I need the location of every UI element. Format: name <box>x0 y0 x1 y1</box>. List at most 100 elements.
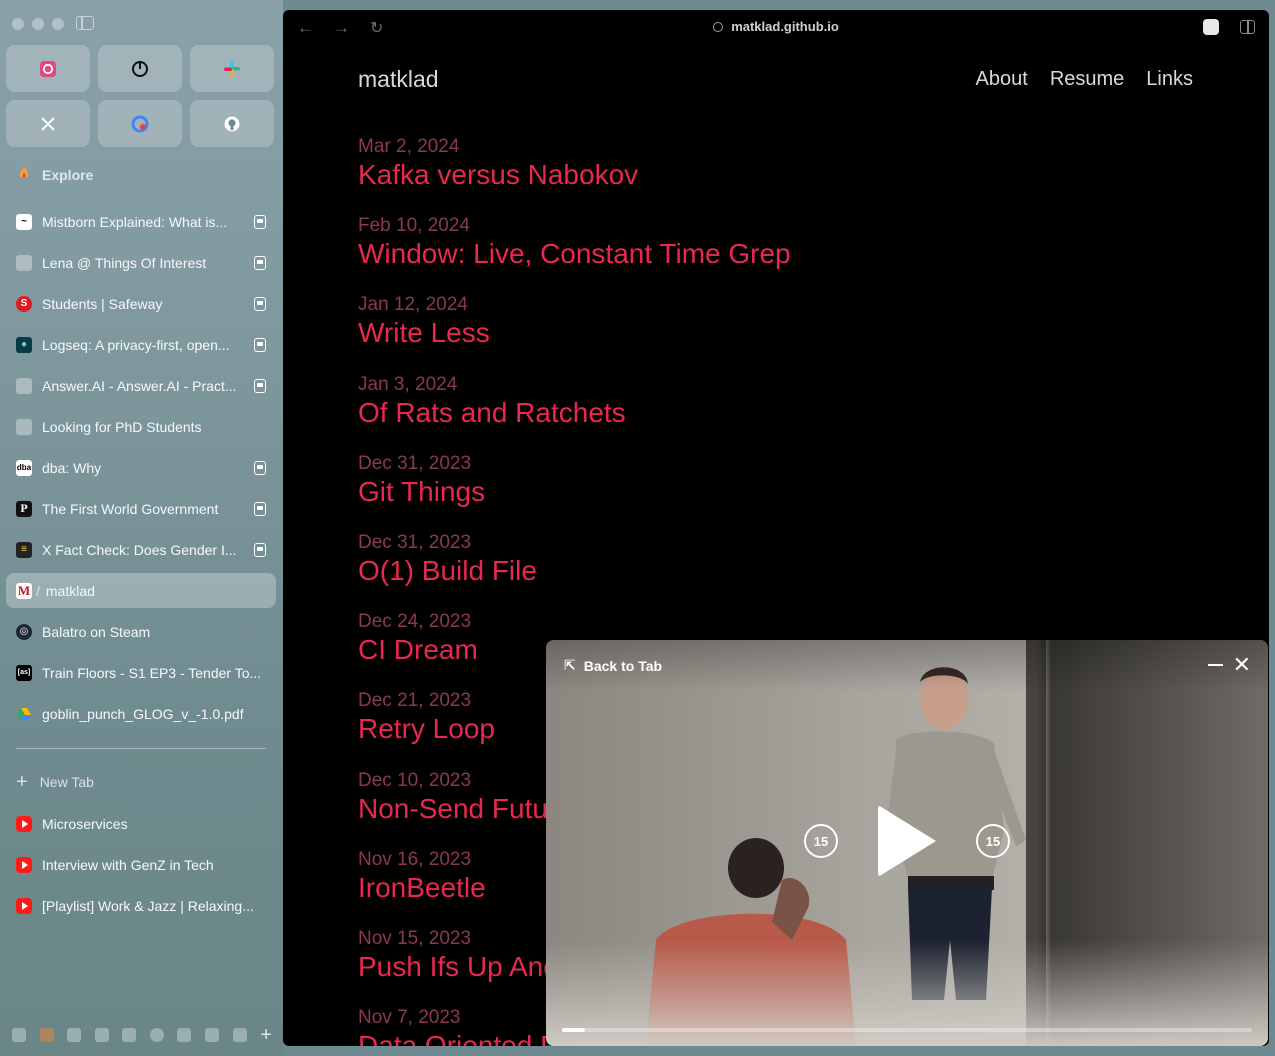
nav-about-link[interactable]: About <box>976 68 1028 91</box>
audio-playing-icon[interactable] <box>254 460 266 475</box>
post-date: Jan 12, 2024 <box>358 294 468 316</box>
sidebar-tab[interactable]: P The First World Government <box>6 491 276 526</box>
url-text: matklad.github.io <box>731 19 839 34</box>
audio-playing-icon[interactable] <box>254 378 266 393</box>
sidebar-tab-active[interactable]: M / matklad <box>6 573 276 608</box>
minimize-pip-icon[interactable] <box>1208 664 1223 666</box>
space-icon[interactable] <box>12 1028 26 1042</box>
progress-fill <box>562 1028 586 1032</box>
progress-bar[interactable] <box>562 1028 1252 1032</box>
toolbar: ← → ↻ matklad.github.io <box>283 10 1269 44</box>
pin-slack[interactable] <box>190 45 274 92</box>
globe-space-icon[interactable] <box>149 1028 164 1042</box>
safeway-favicon-icon: S <box>16 295 32 312</box>
explore-label: Explore <box>42 166 94 183</box>
explore-section[interactable]: Explore <box>16 165 93 184</box>
sidebar-tab[interactable]: ≡ X Fact Check: Does Gender I... <box>6 532 276 567</box>
sidebar-tab[interactable]: Lena @ Things Of Interest <box>6 245 276 280</box>
space-icon[interactable] <box>177 1028 192 1042</box>
sidebar-tab[interactable]: Looking for PhD Students <box>6 409 276 444</box>
factcheck-favicon-icon: ≡ <box>16 541 32 558</box>
blank-favicon-icon <box>16 377 32 394</box>
skip-back-seconds: 15 <box>813 833 829 849</box>
blank-favicon-icon <box>16 418 32 435</box>
new-tab-button[interactable]: + New Tab <box>16 772 94 792</box>
tab-title: Looking for PhD Students <box>42 418 202 435</box>
back-to-tab-button[interactable]: ⇱ Back to Tab <box>564 657 662 674</box>
play-icon[interactable] <box>878 805 936 877</box>
post-title-link[interactable]: Window: Live, Constant Time Grep <box>358 237 1158 271</box>
steam-favicon-icon: ◎ <box>16 623 32 640</box>
sidebar-tab[interactable]: ◎ Balatro on Steam <box>6 614 276 649</box>
pin-app-2[interactable] <box>98 45 182 92</box>
audio-playing-icon[interactable] <box>254 296 266 311</box>
audio-playing-icon[interactable] <box>254 255 266 270</box>
extension-icon[interactable] <box>1203 19 1219 35</box>
sidebar-tab[interactable]: ● Logseq: A privacy-first, open... <box>6 327 276 362</box>
nav-resume-link[interactable]: Resume <box>1050 68 1124 91</box>
youtube-favicon-icon <box>16 856 32 873</box>
skip-forward-icon[interactable]: 15 <box>976 824 1010 858</box>
google-drive-favicon-icon <box>16 706 32 722</box>
post-item: Jan 3, 2024 Of Rats and Ratchets <box>358 374 1158 453</box>
sidebar-tab[interactable]: Interview with GenZ in Tech <box>6 847 276 882</box>
adult-swim-favicon-icon: [as] <box>16 664 32 681</box>
address-bar[interactable]: matklad.github.io <box>283 19 1269 35</box>
space-icon[interactable] <box>67 1028 82 1042</box>
site-title[interactable]: matklad <box>358 66 439 93</box>
post-title-link[interactable]: O(1) Build File <box>358 554 1158 588</box>
post-item: Mar 2, 2024 Kafka versus Nabokov <box>358 136 1158 215</box>
window-controls <box>12 18 64 30</box>
close-window-button[interactable] <box>12 18 24 30</box>
post-title-link[interactable]: Git Things <box>358 475 1158 509</box>
post-date: Mar 2, 2024 <box>358 136 460 157</box>
post-title-link[interactable]: Of Rats and Ratchets <box>358 396 1158 430</box>
sidebar-tab[interactable]: Answer.AI - Answer.AI - Pract... <box>6 368 276 403</box>
close-pip-icon[interactable]: ✕ <box>1233 653 1251 677</box>
post-title-link[interactable]: Kafka versus Nabokov <box>358 158 1158 192</box>
pinned-tabs <box>6 45 276 147</box>
playback-controls: 15 15 <box>546 805 1268 877</box>
audio-playing-icon[interactable] <box>254 501 266 516</box>
sidebar-tab[interactable]: goblin_punch_GLOG_v_-1.0.pdf <box>6 696 276 731</box>
nav-links-link[interactable]: Links <box>1146 68 1193 91</box>
sidebar-toggle-icon[interactable] <box>76 16 94 30</box>
pin-app-1[interactable] <box>6 45 90 92</box>
tab-title: Answer.AI - Answer.AI - Pract... <box>42 377 237 394</box>
pin-google[interactable] <box>98 100 182 147</box>
slack-icon <box>223 60 241 78</box>
back-to-tab-label: Back to Tab <box>583 657 663 674</box>
site-nav: About Resume Links <box>976 68 1193 91</box>
sidebar-tab[interactable]: Microservices <box>6 806 276 841</box>
github-icon <box>223 115 241 133</box>
pin-x[interactable] <box>6 100 90 147</box>
audio-playing-icon[interactable] <box>254 214 266 229</box>
zoom-window-button[interactable] <box>52 18 64 30</box>
space-icon[interactable] <box>122 1028 137 1042</box>
tab-title: Microservices <box>42 815 128 832</box>
hammer-space-icon[interactable] <box>94 1028 109 1042</box>
split-view-icon[interactable] <box>1240 20 1255 34</box>
space-icon[interactable] <box>205 1028 220 1042</box>
add-space-icon[interactable]: + <box>260 1025 272 1045</box>
sidebar-tab[interactable]: ~ Mistborn Explained: What is... <box>6 204 276 239</box>
flame-space-icon[interactable] <box>39 1028 54 1042</box>
tab-title: [Playlist] Work & Jazz | Relaxing... <box>42 897 254 914</box>
post-item: Feb 10, 2024 Window: Live, Constant Time … <box>358 215 1158 294</box>
camera-icon <box>39 60 57 78</box>
skip-back-icon[interactable]: 15 <box>804 824 838 858</box>
sidebar-tab[interactable]: [Playlist] Work & Jazz | Relaxing... <box>6 888 276 923</box>
minimize-window-button[interactable] <box>32 18 44 30</box>
sidebar-tab[interactable]: dba dba: Why <box>6 450 276 485</box>
audio-playing-icon[interactable] <box>254 542 266 557</box>
audio-playing-icon[interactable] <box>254 337 266 352</box>
tab-list: ~ Mistborn Explained: What is... Lena @ … <box>6 204 276 737</box>
tab-title: Logseq: A privacy-first, open... <box>42 336 230 353</box>
home-space-icon[interactable] <box>232 1028 247 1042</box>
post-date: Feb 10, 2024 <box>358 215 470 237</box>
post-title-link[interactable]: Write Less <box>358 316 1158 350</box>
sidebar-tab[interactable]: [as] Train Floors - S1 EP3 - Tender To..… <box>6 655 276 690</box>
pin-github[interactable] <box>190 100 274 147</box>
sidebar-tab[interactable]: S Students | Safeway <box>6 286 276 321</box>
picture-in-picture-player[interactable]: ⇱ Back to Tab ✕ 15 15 <box>546 640 1268 1046</box>
